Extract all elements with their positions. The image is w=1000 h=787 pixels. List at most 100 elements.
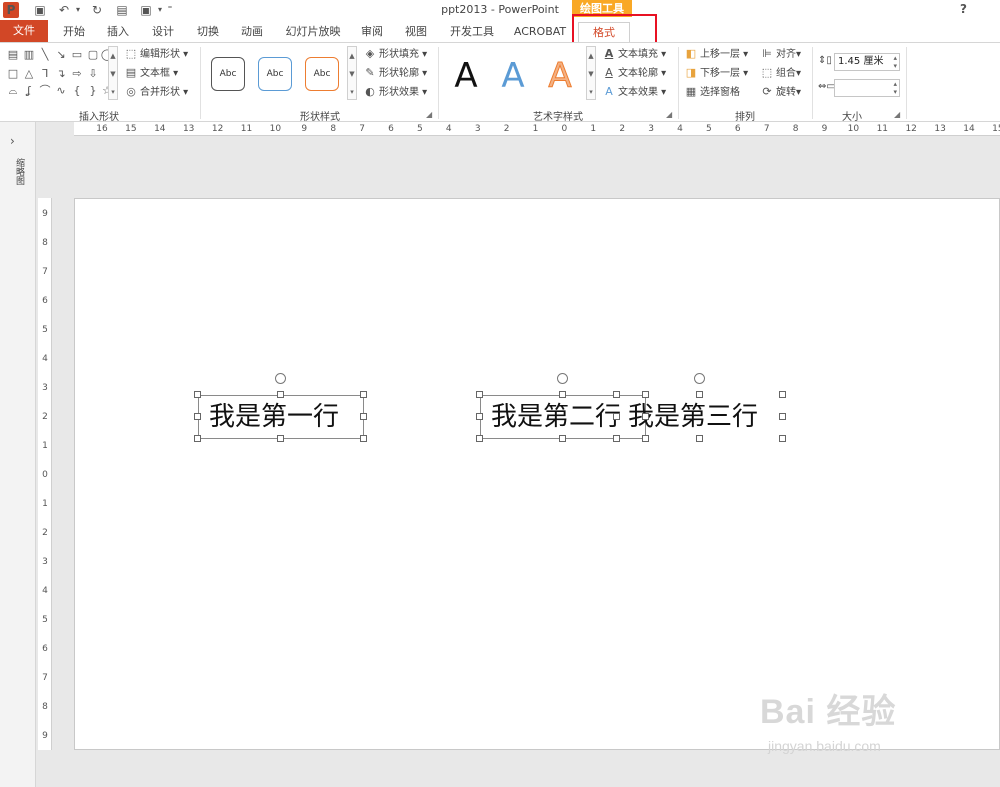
- send-backward-button[interactable]: ◨ 下移一层 ▾: [684, 66, 748, 82]
- shape-effects-button[interactable]: ◐ 形状效果 ▾: [363, 85, 427, 101]
- wordart-gallery-scroll[interactable]: ▲ ▼ ▾: [586, 46, 596, 100]
- textbox-shape-icon[interactable]: ▤: [6, 48, 20, 62]
- resize-handle[interactable]: [642, 391, 649, 398]
- rectangle-shape-icon[interactable]: □: [6, 67, 20, 81]
- resize-handle[interactable]: [194, 413, 201, 420]
- tab-developer[interactable]: 开发工具: [444, 22, 500, 42]
- height-spinner-icon[interactable]: ▴ ▾: [893, 54, 897, 70]
- text-box-button[interactable]: ▤ 文本框 ▾: [124, 66, 178, 82]
- rounded-rectangle-shape-icon[interactable]: ▢: [86, 48, 100, 62]
- shape-height-input[interactable]: 1.45 厘米 ▴ ▾: [834, 53, 900, 71]
- tab-animations[interactable]: 动画: [232, 22, 272, 42]
- resize-handle[interactable]: [613, 435, 620, 442]
- scroll-up-icon[interactable]: ▲: [109, 47, 117, 65]
- shapes-gallery-scroll[interactable]: ▲ ▼ ▾: [108, 46, 118, 100]
- vertical-ruler[interactable]: 9 8 7 6 5 4 3 2 1 0 1 2 3 4 5 6 7 8 9: [38, 198, 52, 750]
- resize-handle[interactable]: [559, 435, 566, 442]
- resize-handle[interactable]: [360, 391, 367, 398]
- freeform-shape-icon[interactable]: ⌓: [6, 84, 20, 98]
- width-spinner-icon[interactable]: ▴ ▾: [893, 80, 897, 96]
- shape-style-preset-3[interactable]: Abc: [305, 57, 339, 91]
- shape-width-input[interactable]: ▴ ▾: [834, 79, 900, 97]
- expand-pane-chevron-icon[interactable]: ›: [10, 134, 15, 148]
- shape-outline-button[interactable]: ✎ 形状轮廓 ▾: [363, 66, 427, 82]
- more-icon[interactable]: ▾: [587, 83, 595, 101]
- merge-shapes-button[interactable]: ◎ 合并形状 ▾: [124, 85, 188, 101]
- rotate-handle-icon[interactable]: [275, 373, 286, 384]
- resize-handle[interactable]: [559, 391, 566, 398]
- bring-forward-button[interactable]: ◧ 上移一层 ▾: [684, 47, 748, 63]
- vertical-textbox-shape-icon[interactable]: ▥: [22, 48, 36, 62]
- resize-handle[interactable]: [779, 391, 786, 398]
- resize-handle[interactable]: [779, 413, 786, 420]
- scroll-down-icon[interactable]: ▼: [348, 65, 356, 83]
- tab-slideshow[interactable]: 幻灯片放映: [280, 22, 346, 42]
- selection-pane-button[interactable]: ▦ 选择窗格: [684, 85, 740, 101]
- thumbnail-pane-collapsed[interactable]: [0, 122, 36, 787]
- curve-shape-icon[interactable]: ∿: [54, 84, 68, 98]
- more-icon[interactable]: ▾: [348, 83, 356, 101]
- resize-handle[interactable]: [642, 435, 649, 442]
- triangle-shape-icon[interactable]: △: [22, 67, 36, 81]
- wordart-dialog-launcher-icon[interactable]: ◢: [666, 110, 672, 119]
- resize-handle[interactable]: [194, 435, 201, 442]
- resize-handle[interactable]: [194, 391, 201, 398]
- resize-handle[interactable]: [476, 413, 483, 420]
- shape-style-preset-2[interactable]: Abc: [258, 57, 292, 91]
- resize-handle[interactable]: [696, 391, 703, 398]
- arc-shape-icon[interactable]: ⌒: [38, 84, 52, 98]
- tab-transitions[interactable]: 切换: [188, 22, 228, 42]
- shape-fill-button[interactable]: ◈ 形状填充 ▾: [363, 47, 427, 63]
- tab-insert[interactable]: 插入: [98, 22, 138, 42]
- tab-review[interactable]: 审阅: [352, 22, 392, 42]
- shape-styles-gallery-scroll[interactable]: ▲ ▼ ▾: [347, 46, 357, 100]
- tab-acrobat[interactable]: ACROBAT: [508, 22, 572, 42]
- resize-handle[interactable]: [476, 391, 483, 398]
- rotate-handle-icon[interactable]: [557, 373, 568, 384]
- arrow-line-shape-icon[interactable]: ↘: [54, 48, 68, 62]
- resize-handle[interactable]: [613, 413, 620, 420]
- wordart-preset-blue[interactable]: A: [493, 51, 533, 101]
- resize-handle[interactable]: [476, 435, 483, 442]
- size-dialog-launcher-icon[interactable]: ◢: [894, 110, 900, 119]
- elbow-connector-shape-icon[interactable]: ᒣ: [38, 67, 52, 81]
- resize-handle[interactable]: [696, 435, 703, 442]
- more-icon[interactable]: ▾: [109, 83, 117, 101]
- wordart-preset-orange[interactable]: A: [540, 51, 580, 101]
- wordart-preset-black[interactable]: A: [446, 51, 486, 101]
- scroll-down-icon[interactable]: ▼: [109, 65, 117, 83]
- rotate-button[interactable]: ⟳ 旋转▾: [760, 85, 801, 101]
- help-icon[interactable]: ?: [960, 2, 967, 16]
- edit-shape-button[interactable]: ⬚ 编辑形状 ▾: [124, 47, 188, 63]
- group-button[interactable]: ⬚ 组合▾: [760, 66, 801, 82]
- tab-home[interactable]: 开始: [54, 22, 94, 42]
- text-fill-button[interactable]: A 文本填充 ▾: [602, 47, 666, 63]
- down-arrow-shape-icon[interactable]: ⇩: [86, 67, 100, 81]
- line-shape-icon[interactable]: ╲: [38, 48, 52, 62]
- tab-file[interactable]: 文件: [0, 20, 48, 42]
- rotate-handle-icon[interactable]: [694, 373, 705, 384]
- scroll-up-icon[interactable]: ▲: [348, 47, 356, 65]
- right-brace-shape-icon[interactable]: }: [86, 84, 100, 98]
- rectangle-shape-icon[interactable]: ▭: [70, 48, 84, 62]
- resize-handle[interactable]: [277, 391, 284, 398]
- tab-design[interactable]: 设计: [143, 22, 183, 42]
- align-button[interactable]: ⊫ 对齐▾: [760, 47, 801, 63]
- text-effects-button[interactable]: A 文本效果 ▾: [602, 85, 666, 101]
- resize-handle[interactable]: [642, 413, 649, 420]
- resize-handle[interactable]: [779, 435, 786, 442]
- scroll-up-icon[interactable]: ▲: [587, 47, 595, 65]
- shape-styles-dialog-launcher-icon[interactable]: ◢: [426, 110, 432, 119]
- scribble-shape-icon[interactable]: ʆ: [22, 84, 36, 98]
- elbow-arrow-shape-icon[interactable]: ↴: [54, 67, 68, 81]
- resize-handle[interactable]: [360, 413, 367, 420]
- resize-handle[interactable]: [613, 391, 620, 398]
- slide-canvas[interactable]: 我是第一行 我是第二行 我是第三行: [74, 198, 1000, 750]
- textbox-line-1[interactable]: 我是第一行: [198, 395, 364, 439]
- left-brace-shape-icon[interactable]: {: [70, 84, 84, 98]
- tab-view[interactable]: 视图: [396, 22, 436, 42]
- text-outline-button[interactable]: A 文本轮廓 ▾: [602, 66, 666, 82]
- shape-style-preset-1[interactable]: Abc: [211, 57, 245, 91]
- scroll-down-icon[interactable]: ▼: [587, 65, 595, 83]
- right-arrow-shape-icon[interactable]: ⇨: [70, 67, 84, 81]
